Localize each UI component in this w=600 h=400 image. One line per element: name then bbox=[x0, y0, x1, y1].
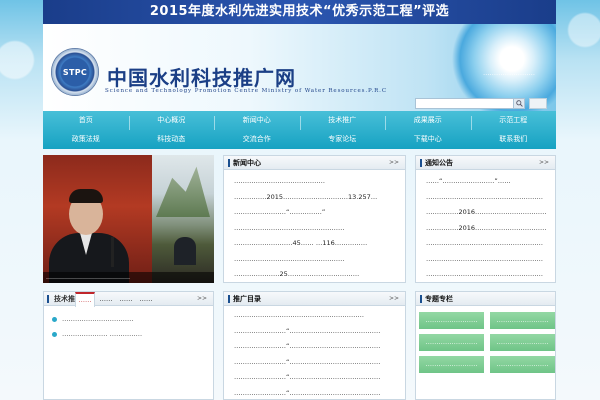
nav-item-6[interactable]: 示范工程 bbox=[470, 111, 557, 130]
list-item[interactable]: …………………25…………………………… bbox=[234, 267, 397, 282]
special-link-button[interactable]: …………………… bbox=[490, 334, 555, 351]
news-panel-header: 新闻中心 >> bbox=[224, 156, 405, 170]
list-item[interactable]: …………………………………………………… bbox=[426, 236, 547, 252]
tab-2[interactable]: …… bbox=[97, 292, 115, 306]
photo-painting bbox=[156, 166, 210, 217]
top-banner[interactable]: 2015年度水利先进实用技术“优秀示范工程”评选 bbox=[43, 0, 556, 24]
list-item[interactable]: …………………………………… bbox=[234, 174, 397, 190]
nav-item-8[interactable]: 科技动态 bbox=[129, 130, 215, 149]
header-slogan: …………………… bbox=[483, 69, 535, 77]
photo-caption[interactable]: …………………………………… bbox=[43, 272, 214, 283]
list-item[interactable]: ……………………“……………” bbox=[234, 205, 397, 221]
nav-item-2[interactable]: 中心概况 bbox=[128, 111, 215, 130]
nav-item-11[interactable]: 下载中心 bbox=[385, 130, 471, 149]
list-item[interactable]: ……………………“…………………………………… bbox=[234, 386, 397, 400]
list-item[interactable]: …………………………… bbox=[52, 312, 205, 327]
promo-catalog-panel: 推广目录 >> …………………………………………………… ……………………“………… bbox=[223, 291, 406, 400]
advanced-search-button[interactable] bbox=[529, 98, 547, 109]
list-item-text: ………………… …………… bbox=[62, 330, 143, 338]
bullet-icon bbox=[52, 332, 57, 337]
tech-promotion-panel: 技术推广 …… …… …… …… >> …………………………… ………………… …… bbox=[43, 291, 214, 400]
list-item[interactable]: …………………………………………… bbox=[234, 252, 397, 268]
tech-more-link[interactable]: >> bbox=[197, 292, 207, 306]
notice-list: ……“……………………”………………………………………………………… ……………2… bbox=[416, 170, 555, 282]
promo-panel-title: 推广目录 bbox=[228, 292, 261, 306]
search-button[interactable] bbox=[513, 98, 525, 109]
list-item-text: …………………………… bbox=[62, 315, 134, 323]
logo-text: STPC bbox=[62, 67, 88, 77]
notice-panel-title: 通知公告 bbox=[420, 156, 453, 170]
notice-panel: 通知公告 >> ……“……………………”……………………………………………………… bbox=[415, 155, 556, 283]
site-header: STPC 中国水利科技推广网 Science and Technology Pr… bbox=[43, 24, 556, 111]
list-item[interactable]: ………………… …………… bbox=[52, 327, 205, 342]
news-panel-title: 新闻中心 bbox=[228, 156, 261, 170]
search-icon bbox=[515, 100, 523, 107]
list-item[interactable]: ………………………45…… …116…………… bbox=[234, 236, 397, 252]
notice-panel-header: 通知公告 >> bbox=[416, 156, 555, 170]
photo-figure-small bbox=[174, 237, 196, 265]
nav-item-3[interactable]: 新闻中心 bbox=[214, 111, 300, 130]
banner-text: 2015年度水利先进实用技术“优秀示范工程”评选 bbox=[149, 4, 450, 19]
nav-item-5[interactable]: 成果展示 bbox=[385, 111, 471, 130]
list-item[interactable]: …………………………………………… bbox=[234, 221, 397, 237]
list-item[interactable]: ……………………“…………………………………… bbox=[234, 370, 397, 386]
list-item[interactable]: …………………………………………………… bbox=[426, 267, 547, 282]
list-item[interactable]: ……………………“…………………………………… bbox=[234, 355, 397, 371]
nav-item-9[interactable]: 交流合作 bbox=[214, 130, 300, 149]
tech-tabbar: 技术推广 …… …… …… …… >> bbox=[44, 292, 213, 307]
special-link-button[interactable]: …………………… bbox=[490, 356, 555, 373]
nav-item-7[interactable]: 政策法规 bbox=[43, 130, 129, 149]
search-input[interactable] bbox=[415, 98, 517, 109]
photo-main-speaker bbox=[43, 155, 152, 283]
list-item[interactable]: ……………………“…………………………………… bbox=[234, 324, 397, 340]
links-panel-title: 专题专栏 bbox=[420, 292, 453, 306]
site-title: 中国水利科技推广网 bbox=[107, 66, 296, 90]
bullet-icon bbox=[52, 317, 57, 322]
list-item[interactable]: …………………………………………………… bbox=[426, 252, 547, 268]
nav-item-12[interactable]: 联系我们 bbox=[471, 130, 557, 149]
news-photo[interactable]: …………………………………… bbox=[43, 155, 214, 283]
promo-more-link[interactable]: >> bbox=[389, 292, 399, 306]
tab-3[interactable]: …… bbox=[117, 292, 135, 306]
special-link-button[interactable]: …………………… bbox=[419, 312, 484, 329]
photo-microphone bbox=[111, 237, 114, 267]
list-item[interactable]: ……………2016……………………………… bbox=[426, 221, 547, 237]
promo-list: …………………………………………………… ……………………“……………………………… bbox=[224, 306, 405, 400]
tab-1[interactable]: …… bbox=[75, 292, 95, 307]
special-link-button[interactable]: …………………… bbox=[419, 334, 484, 351]
notice-more-link[interactable]: >> bbox=[539, 156, 549, 170]
special-link-button[interactable]: …………………… bbox=[419, 356, 484, 373]
list-item[interactable]: ……“……………………”…… bbox=[426, 174, 547, 190]
site-logo[interactable]: STPC bbox=[51, 48, 99, 96]
nav-item-10[interactable]: 专家论坛 bbox=[300, 130, 386, 149]
list-item[interactable]: ……………2016……………………………… bbox=[426, 205, 547, 221]
list-item[interactable]: …………………………………………………… bbox=[234, 308, 397, 324]
list-item[interactable]: ……………2015…………………………13.257… bbox=[234, 190, 397, 206]
special-link-button[interactable]: …………………… bbox=[490, 312, 555, 329]
list-item[interactable]: ……………………“…………………………………… bbox=[234, 339, 397, 355]
news-list: …………………………………… ……………2015…………………………13.257…… bbox=[224, 170, 405, 282]
main-nav: 首页 中心概况 新闻中心 技术推广 成果展示 示范工程政策法规 科技动态 交流合作 专家论坛 下载… bbox=[43, 111, 556, 149]
tab-4[interactable]: …… bbox=[137, 292, 155, 306]
list-item[interactable]: …………………………………………………… bbox=[426, 190, 547, 206]
site-subtitle: Science and Technology Promotion Centre … bbox=[105, 88, 387, 94]
link-button-grid: …………………… …………………… …………………… …………………… ……………………… bbox=[416, 306, 555, 373]
tech-list: …………………………… ………………… …………… bbox=[44, 306, 213, 342]
nav-item-4[interactable]: 技术推广 bbox=[299, 111, 386, 130]
photo-figure-hair bbox=[69, 189, 103, 203]
promo-panel-header: 推广目录 >> bbox=[224, 292, 405, 306]
news-more-link[interactable]: >> bbox=[389, 156, 399, 170]
nav-item-1[interactable]: 首页 bbox=[43, 111, 129, 130]
links-panel-header: 专题专栏 bbox=[416, 292, 555, 306]
special-links-panel: 专题专栏 ……………………………………………………………………………………………… bbox=[415, 291, 556, 400]
photo-side-scene bbox=[152, 155, 214, 283]
news-panel: 新闻中心 >> …………………………………… ……………2015………………………… bbox=[223, 155, 406, 283]
